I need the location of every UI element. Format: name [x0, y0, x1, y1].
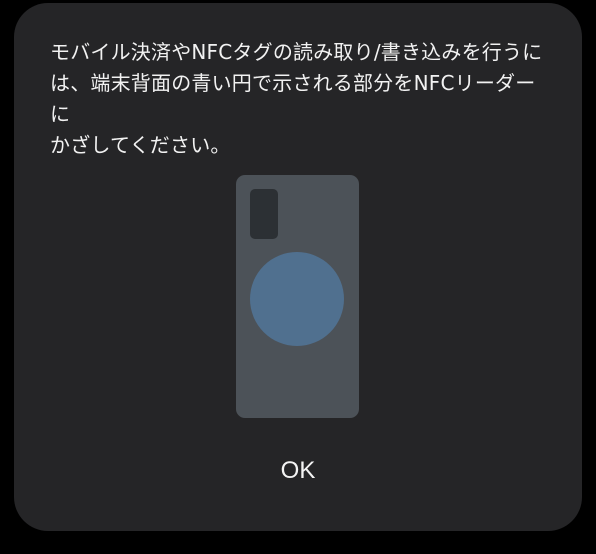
phone-back-illustration	[236, 175, 359, 418]
camera-module	[250, 189, 278, 239]
dialog-message: モバイル決済やNFCタグの読み取り/書き込みを行うに は、端末背面の青い円で示さ…	[50, 40, 543, 157]
ok-button[interactable]: OK	[248, 449, 348, 493]
screen: モバイル決済やNFCタグの読み取り/書き込みを行うに は、端末背面の青い円で示さ…	[0, 0, 596, 554]
nfc-area-indicator	[250, 252, 344, 346]
nfc-info-dialog: モバイル決済やNFCタグの読み取り/書き込みを行うに は、端末背面の青い円で示さ…	[14, 3, 582, 531]
